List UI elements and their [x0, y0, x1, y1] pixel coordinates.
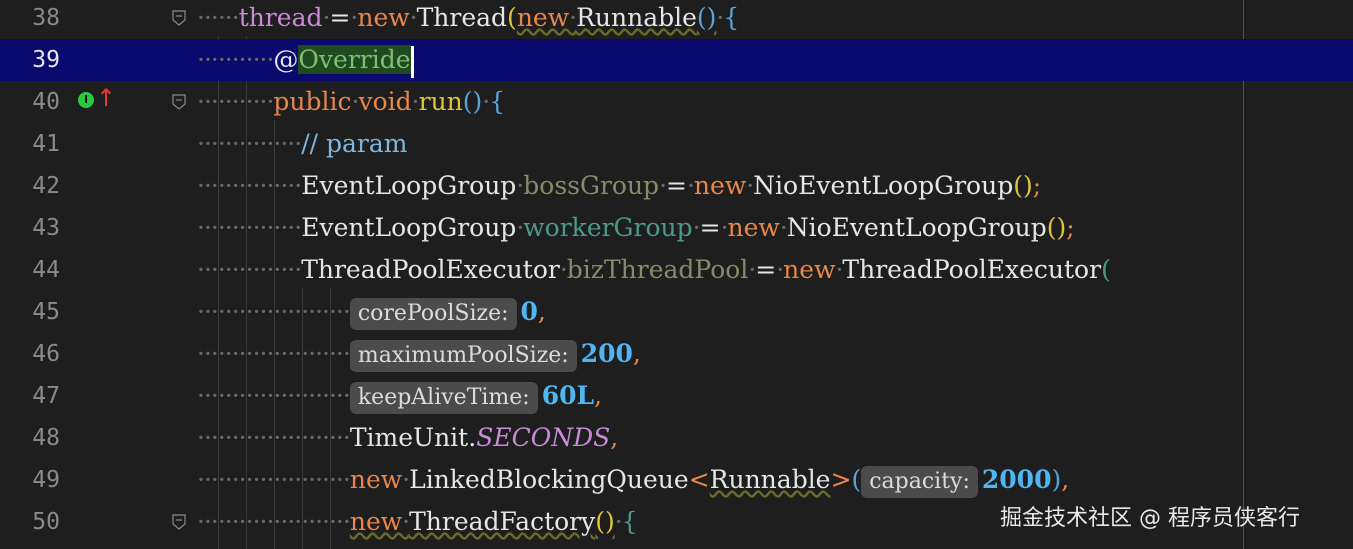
line-number: 41	[32, 131, 60, 157]
code-text: ···············EventLoopGroup·workerGrou…	[197, 213, 1075, 242]
watermark-text: 掘金技术社区 @ 程序员侠客行	[1000, 506, 1300, 531]
code-line[interactable]: 44 ···············ThreadPoolExecutor·biz…	[0, 249, 1353, 291]
fold-icon[interactable]	[171, 514, 187, 530]
line-number: 45	[32, 299, 60, 325]
line-number: 44	[32, 257, 60, 283]
line-number: 42	[32, 173, 60, 199]
code-line[interactable]: 47 ······················ keepAliveTime: 6…	[0, 375, 1353, 417]
code-line[interactable]: 46 ······················ maximumPoolSize…	[0, 333, 1353, 375]
code-line[interactable]: 41 ···············// param	[0, 123, 1353, 165]
text-caret	[410, 45, 414, 78]
code-line[interactable]: 42 ···············EventLoopGroup·bossGro…	[0, 165, 1353, 207]
code-line[interactable]: 43 ···············EventLoopGroup·workerG…	[0, 207, 1353, 249]
line-number: 47	[32, 383, 60, 409]
code-line[interactable]: 40 ···········public·void·run()·{	[0, 81, 1353, 123]
line-number: 39	[32, 47, 60, 73]
parameter-hint: keepAliveTime:	[349, 381, 538, 414]
code-line-current[interactable]: 39 ···········@Override	[0, 39, 1353, 81]
code-text: ···············EventLoopGroup·bossGroup·…	[197, 171, 1042, 200]
line-number: 40	[32, 89, 60, 115]
code-text: ···············// param	[197, 129, 408, 158]
implements-icon[interactable]: I	[78, 92, 94, 108]
code-text: ······················ corePoolSize: 0,	[197, 291, 546, 333]
line-number: 43	[32, 215, 60, 241]
code-text: ······················TimeUnit.SECONDS,	[197, 423, 619, 452]
code-text: ······thread·=·new·Thread(new·Runnable()…	[197, 3, 740, 32]
parameter-hint: maximumPoolSize:	[349, 339, 577, 372]
line-number: 46	[32, 341, 60, 367]
code-line[interactable]: 45 ······················ corePoolSize: 0,	[0, 291, 1353, 333]
code-text: ···········@Override	[197, 39, 414, 81]
override-up-arrow-icon[interactable]: ↑	[96, 86, 116, 110]
code-text: ······················ keepAliveTime: 60L,	[197, 375, 602, 417]
code-line[interactable]: 38 ······thread·=·new·Thread(new·Runnabl…	[0, 0, 1353, 39]
code-text: ······················ maximumPoolSize: 20…	[197, 333, 641, 375]
line-number: 38	[32, 5, 60, 31]
parameter-hint: corePoolSize:	[349, 297, 517, 330]
code-line[interactable]: 48 ······················TimeUnit.SECOND…	[0, 417, 1353, 459]
code-line[interactable]: 49 ······················new·LinkedBlock…	[0, 459, 1353, 501]
code-text: ···········public·void·run()·{	[197, 87, 506, 116]
code-text: ···············ThreadPoolExecutor·bizThr…	[197, 255, 1111, 284]
code-text: ······················new·LinkedBlocking…	[197, 459, 1069, 501]
line-number: 48	[32, 425, 60, 451]
fold-icon[interactable]	[171, 94, 187, 110]
line-number: 50	[32, 509, 60, 535]
code-text: ······················new·ThreadFactory(…	[197, 507, 638, 536]
fold-icon[interactable]	[171, 10, 187, 26]
line-number: 49	[32, 467, 60, 493]
parameter-hint: capacity:	[861, 465, 978, 498]
